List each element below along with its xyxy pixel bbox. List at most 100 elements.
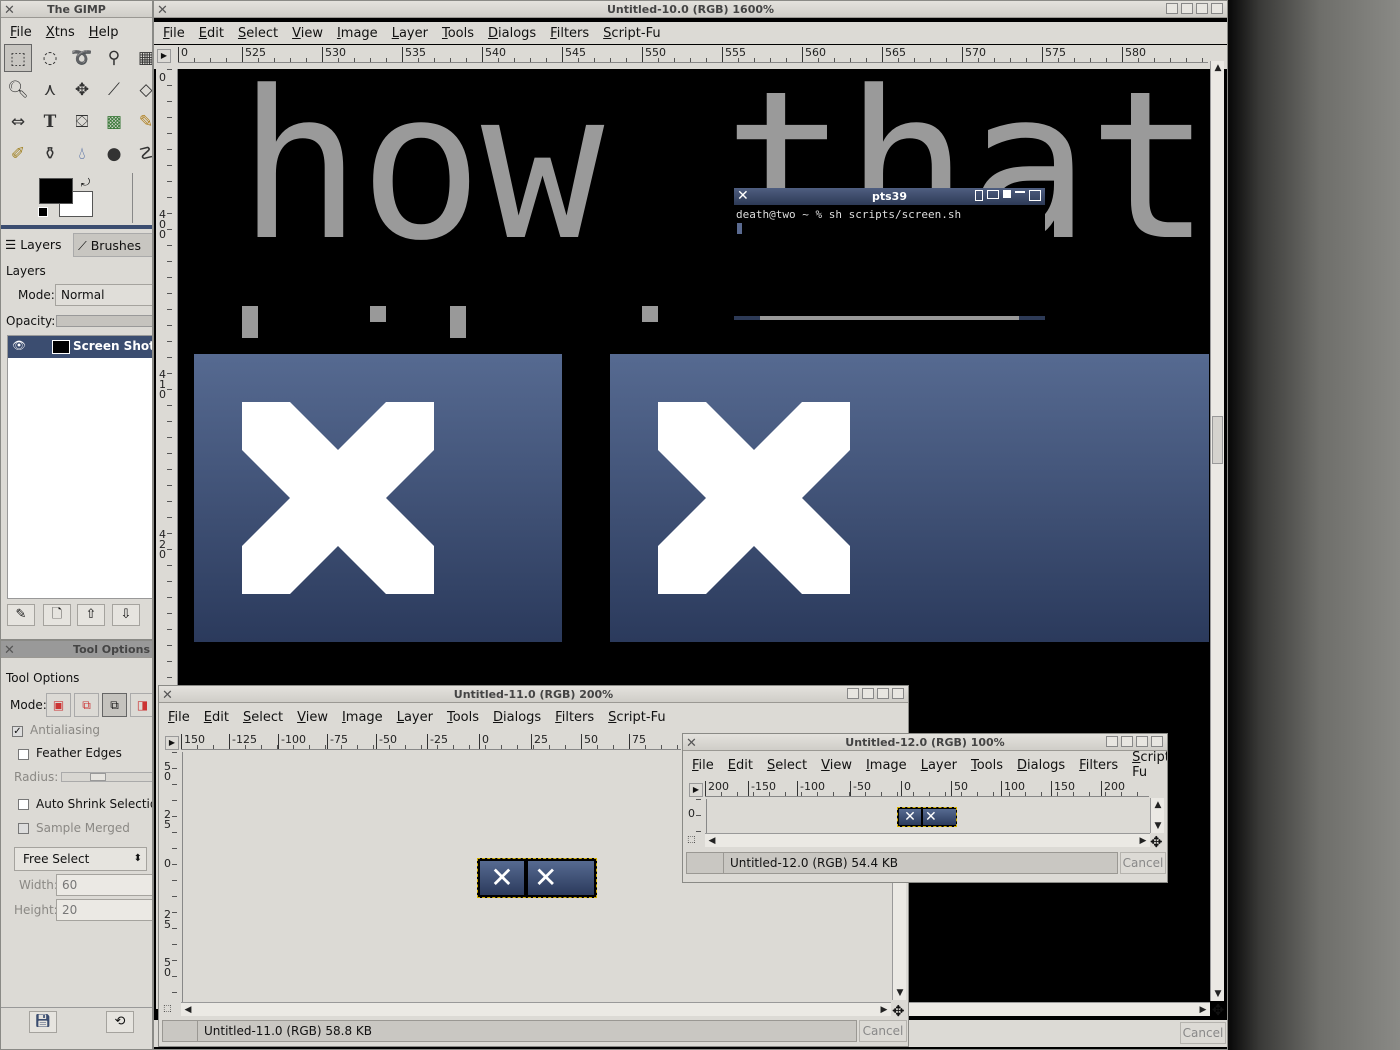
mode-replace-icon[interactable]: ▣ bbox=[46, 693, 71, 717]
navigate-icon[interactable]: ✥ bbox=[1209, 1001, 1227, 1019]
pencil-icon[interactable]: ✎ bbox=[132, 108, 152, 136]
menu-file[interactable]: File bbox=[158, 26, 194, 41]
menu-view[interactable]: View bbox=[287, 26, 332, 41]
antialiasing-checkbox[interactable]: ✓ bbox=[12, 726, 23, 737]
menu-layer[interactable]: Layer bbox=[392, 710, 442, 725]
close-icon[interactable]: ✕ bbox=[4, 642, 15, 659]
fuzzy-select-icon[interactable]: ⚲ bbox=[100, 44, 128, 72]
image-canvas[interactable]: ✕ ✕ bbox=[707, 799, 1151, 833]
radius-slider[interactable] bbox=[61, 772, 152, 782]
layer-row[interactable]: 👁︎ Screen Shot bbox=[8, 336, 152, 358]
horizontal-ruler[interactable]: 0 525 530 535 540 545 550 555 560 565 57… bbox=[178, 47, 1208, 63]
mode-subtract-icon[interactable]: ⧉ bbox=[102, 693, 127, 717]
title-bar[interactable]: ✕ Untitled-10.0 (RGB) 1600% bbox=[154, 1, 1227, 18]
ellipse-select-icon[interactable]: ◌ bbox=[36, 44, 64, 72]
mode-intersect-icon[interactable]: ◨ bbox=[130, 693, 152, 717]
free-select-icon[interactable]: ➰ bbox=[68, 44, 96, 72]
tool-options-title-bar[interactable]: ✕ Tool Options bbox=[1, 641, 152, 658]
tab-brushes[interactable]: ⟋ Brushes bbox=[73, 233, 152, 257]
close-icon[interactable]: ✕ bbox=[686, 735, 697, 752]
shade-icon[interactable] bbox=[1106, 736, 1118, 747]
menu-edit[interactable]: Edit bbox=[194, 26, 233, 41]
cancel-button[interactable]: Cancel bbox=[1120, 852, 1166, 874]
menu-script-fu[interactable]: Script-Fu bbox=[603, 710, 674, 725]
vertical-scrollbar[interactable]: ▲ ▼ bbox=[1210, 61, 1224, 1001]
menu-arrow-icon[interactable]: ▶ bbox=[689, 783, 703, 797]
scroll-down-icon[interactable]: ▼ bbox=[893, 986, 907, 1000]
maximize-icon[interactable] bbox=[1151, 736, 1163, 747]
smudge-icon[interactable]: ☡ bbox=[132, 140, 152, 168]
color-select-icon[interactable]: ▦ bbox=[132, 44, 152, 72]
menu-select[interactable]: Select bbox=[762, 758, 816, 773]
horizontal-ruler[interactable]: 150 -125 -100 -75 -50 -25 0 25 50 75 bbox=[181, 734, 681, 750]
horizontal-ruler[interactable]: 200 -150 -100 -50 0 50 100 150 200 bbox=[705, 781, 1149, 797]
sample-merged-checkbox[interactable] bbox=[18, 823, 29, 834]
vertical-ruler[interactable]: 50 25 0 25 50 bbox=[161, 752, 183, 1002]
scroll-down-icon[interactable]: ▼ bbox=[1211, 987, 1225, 1001]
horizontal-scrollbar[interactable]: ◀ ▶ bbox=[705, 833, 1150, 847]
duplicate-layer-icon[interactable]: 🗋︎ bbox=[43, 604, 71, 626]
quick-mask-icon[interactable]: ⬚ bbox=[163, 1004, 177, 1016]
swap-colors-icon[interactable]: ⤾ bbox=[81, 176, 90, 190]
menu-image[interactable]: Image bbox=[337, 710, 392, 725]
cancel-button[interactable]: Cancel bbox=[1180, 1022, 1226, 1044]
iconify-icon[interactable] bbox=[1181, 3, 1193, 14]
quick-mask-icon[interactable]: ⬚ bbox=[687, 835, 701, 847]
maximize-icon[interactable] bbox=[1211, 3, 1223, 14]
menu-layer[interactable]: Layer bbox=[916, 758, 966, 773]
close-icon[interactable]: ✕ bbox=[4, 2, 15, 19]
rect-select-icon[interactable]: ⬚ bbox=[4, 44, 32, 72]
raise-layer-icon[interactable]: ⇧ bbox=[77, 604, 105, 626]
scroll-right-icon[interactable]: ▶ bbox=[877, 1003, 891, 1017]
scroll-right-icon[interactable]: ▶ bbox=[1196, 1003, 1210, 1017]
menu-file[interactable]: File bbox=[5, 25, 41, 40]
menu-dialogs[interactable]: Dialogs bbox=[488, 710, 550, 725]
navigate-icon[interactable]: ✥ bbox=[892, 1002, 908, 1020]
scroll-left-icon[interactable]: ◀ bbox=[705, 834, 719, 848]
layers-list[interactable]: 👁︎ Screen Shot bbox=[7, 335, 152, 599]
new-layer-icon[interactable]: ✎ bbox=[7, 604, 35, 626]
reset-options-icon[interactable]: ⟲ bbox=[106, 1011, 134, 1033]
menu-arrow-icon[interactable]: ▶ bbox=[157, 49, 171, 63]
menu-tools[interactable]: Tools bbox=[442, 710, 488, 725]
title-bar[interactable]: ✕ Untitled-11.0 (RGB) 200% bbox=[159, 686, 908, 703]
text-icon[interactable]: T bbox=[36, 108, 64, 136]
menu-file[interactable]: File bbox=[163, 710, 199, 725]
menu-arrow-icon[interactable]: ▶ bbox=[165, 736, 179, 750]
tab-layers[interactable]: ☰ Layers bbox=[5, 233, 62, 257]
menu-filters[interactable]: Filters bbox=[550, 710, 603, 725]
iconify-icon[interactable] bbox=[862, 688, 874, 699]
height-input[interactable]: 20 bbox=[56, 899, 152, 921]
close-icon[interactable]: ✕ bbox=[157, 2, 168, 19]
shade-icon[interactable] bbox=[847, 688, 859, 699]
paintbrush-icon[interactable]: ⟋ bbox=[100, 76, 128, 104]
eye-icon[interactable]: 👁︎ bbox=[12, 339, 26, 352]
menu-script-fu[interactable]: Script-Fu bbox=[598, 26, 669, 41]
scale-icon[interactable]: ⇔ bbox=[4, 108, 32, 136]
menu-image[interactable]: Image bbox=[861, 758, 916, 773]
feather-edges-checkbox[interactable] bbox=[18, 749, 29, 760]
menu-select[interactable]: Select bbox=[238, 710, 292, 725]
maximize-icon[interactable] bbox=[892, 688, 904, 699]
menu-tools[interactable]: Tools bbox=[966, 758, 1012, 773]
scroll-down-icon[interactable]: ▼ bbox=[1151, 819, 1165, 833]
terminal-title-bar[interactable]: ✕ pts39 bbox=[734, 188, 1045, 205]
clone-icon[interactable]: ⚱ bbox=[36, 140, 64, 168]
navigate-icon[interactable]: ✥ bbox=[1150, 833, 1166, 851]
menu-dialogs[interactable]: Dialogs bbox=[1012, 758, 1074, 773]
cancel-button[interactable]: Cancel bbox=[859, 1020, 907, 1042]
menu-xtns[interactable]: Xtns bbox=[41, 25, 84, 40]
menu-filters[interactable]: Filters bbox=[545, 26, 598, 41]
paths-icon[interactable]: ⋏ bbox=[36, 76, 64, 104]
menu-select[interactable]: Select bbox=[233, 26, 287, 41]
title-bar[interactable]: ✕ Untitled-12.0 (RGB) 100% bbox=[683, 734, 1167, 751]
scroll-up-icon[interactable]: ▲ bbox=[1211, 61, 1225, 75]
scroll-left-icon[interactable]: ◀ bbox=[181, 1003, 195, 1017]
minimize-icon[interactable] bbox=[1136, 736, 1148, 747]
menu-view[interactable]: View bbox=[816, 758, 861, 773]
opacity-slider[interactable] bbox=[56, 315, 152, 327]
minimize-icon[interactable] bbox=[877, 688, 889, 699]
mode-add-icon[interactable]: ⧉ bbox=[74, 693, 99, 717]
close-icon[interactable]: ✕ bbox=[162, 687, 173, 704]
menu-view[interactable]: View bbox=[292, 710, 337, 725]
